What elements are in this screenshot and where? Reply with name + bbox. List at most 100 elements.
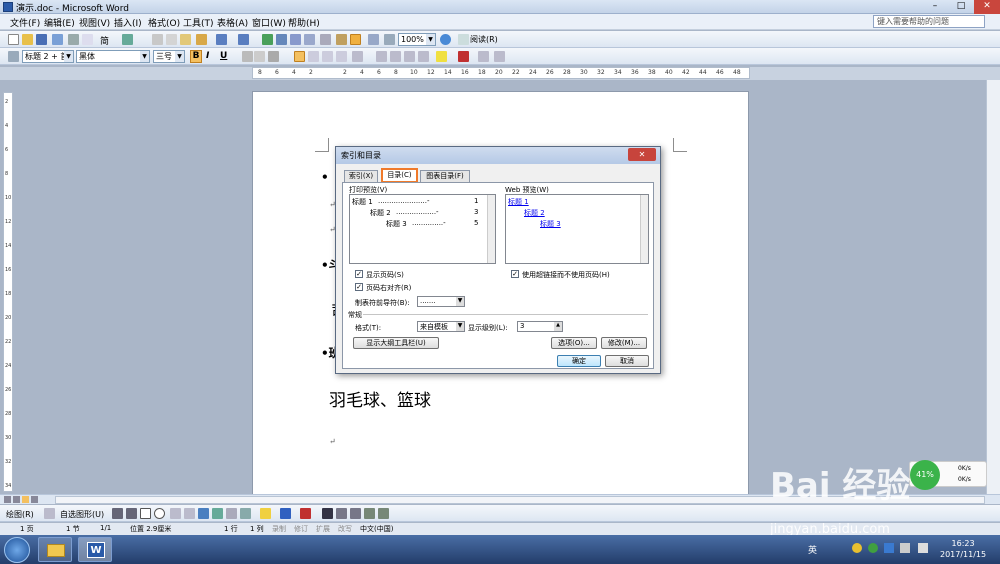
print-icon[interactable] [68, 34, 79, 45]
ok-button[interactable]: 确定 [557, 355, 601, 367]
status-overtype[interactable]: 改写 [338, 524, 352, 534]
explorer-taskbar-item[interactable] [38, 537, 72, 562]
status-track[interactable]: 修订 [294, 524, 308, 534]
select-objects-icon[interactable] [44, 508, 55, 519]
new-icon[interactable] [8, 34, 19, 45]
draw-font-color-icon[interactable] [300, 508, 311, 519]
volume-icon[interactable] [918, 543, 928, 553]
menu-format[interactable]: 格式(O) [148, 16, 180, 29]
print-preview-icon[interactable] [82, 34, 93, 45]
cancel-button[interactable]: 取消 [605, 355, 649, 367]
outline-view-icon[interactable] [31, 496, 38, 503]
shadow-icon[interactable] [364, 508, 375, 519]
open-icon[interactable] [22, 34, 33, 45]
save-icon[interactable] [36, 34, 47, 45]
autoshapes-menu[interactable]: 自选图形(U) [60, 509, 104, 520]
levels-spinner[interactable]: 3 ▲ [517, 321, 563, 332]
arrow-icon[interactable] [126, 508, 137, 519]
ime-indicator[interactable]: 英 [808, 543, 817, 556]
web-view-icon[interactable] [13, 496, 20, 503]
draw-menu[interactable]: 绘图(R) [6, 509, 34, 520]
network-speed-widget[interactable]: 41% 0K/s 0K/s [909, 460, 987, 490]
vertical-scrollbar[interactable] [986, 80, 1000, 494]
show-outline-toolbar-button[interactable]: 显示大纲工具栏(U) [353, 337, 439, 349]
insert-table-icon[interactable] [290, 34, 301, 45]
decrease-indent-icon[interactable] [404, 51, 415, 62]
document-map-icon[interactable] [350, 34, 361, 45]
underline-button[interactable]: U [220, 51, 227, 61]
print-preview-scrollbar[interactable] [487, 195, 495, 263]
picture-icon[interactable] [240, 508, 251, 519]
copy-icon[interactable] [166, 34, 177, 45]
simplified-chinese-button[interactable]: 简 [100, 34, 109, 47]
align-left-icon[interactable] [294, 51, 305, 62]
read-icon[interactable] [458, 34, 469, 45]
zoom-select[interactable]: 100% ▼ [398, 33, 436, 46]
menu-help[interactable]: 帮助(H) [288, 16, 320, 29]
right-align-checkbox[interactable]: ✓ [355, 283, 363, 291]
redo-icon[interactable] [238, 34, 249, 45]
align-right-icon[interactable] [322, 51, 333, 62]
fill-color-icon[interactable] [260, 508, 271, 519]
dialog-close-button[interactable]: ✕ [628, 148, 656, 161]
3d-icon[interactable] [378, 508, 389, 519]
menu-view[interactable]: 视图(V) [79, 16, 110, 29]
use-hyperlinks-checkbox[interactable]: ✓ [511, 270, 519, 278]
highlight-icon[interactable] [436, 51, 447, 62]
show-hide-icon[interactable] [368, 34, 379, 45]
normal-view-icon[interactable] [4, 496, 11, 503]
wp-heading-3[interactable]: 标题 3 [540, 219, 561, 229]
diagram-icon[interactable] [212, 508, 223, 519]
char-scale-icon[interactable] [268, 51, 279, 62]
vertical-textbox-icon[interactable] [184, 508, 195, 519]
char-border-icon[interactable] [242, 51, 253, 62]
undo-icon[interactable] [216, 34, 227, 45]
paragraph-mark-icon[interactable] [384, 34, 395, 45]
columns-icon[interactable] [320, 34, 331, 45]
font-color-icon[interactable] [458, 51, 469, 62]
status-extend[interactable]: 扩展 [316, 524, 330, 534]
increase-indent-icon[interactable] [418, 51, 429, 62]
align-center-icon[interactable] [308, 51, 319, 62]
tables-borders-icon[interactable] [276, 34, 287, 45]
wordart-icon[interactable] [198, 508, 209, 519]
spelling-icon[interactable] [122, 34, 133, 45]
tray-icon-1[interactable] [852, 543, 862, 553]
shield-icon[interactable] [884, 543, 894, 553]
modify-button[interactable]: 修改(M)... [601, 337, 647, 349]
dash-style-icon[interactable] [336, 508, 347, 519]
rectangle-icon[interactable] [140, 508, 151, 519]
numbering-icon[interactable] [376, 51, 387, 62]
wp-heading-2[interactable]: 标题 2 [524, 208, 545, 218]
web-preview-scrollbar[interactable] [640, 195, 648, 263]
read-button[interactable]: 阅读(R) [470, 34, 498, 45]
justify-icon[interactable] [336, 51, 347, 62]
word-taskbar-item[interactable]: W [78, 537, 112, 562]
maximize-button[interactable]: □ [948, 0, 974, 14]
styles-pane-icon[interactable] [8, 51, 19, 62]
options-button[interactable]: 选项(O)... [551, 337, 597, 349]
show-page-numbers-checkbox[interactable]: ✓ [355, 270, 363, 278]
format-painter-icon[interactable] [196, 34, 207, 45]
insert-excel-icon[interactable] [304, 34, 315, 45]
cut-icon[interactable] [152, 34, 163, 45]
line-icon[interactable] [112, 508, 123, 519]
menu-tools[interactable]: 工具(T) [183, 16, 214, 29]
horizontal-ruler[interactable]: 8 6 4 2 2 4 6 8 10 12 14 16 18 20 22 24 … [252, 67, 750, 79]
tray-icon-2[interactable] [868, 543, 878, 553]
status-record[interactable]: 录制 [272, 524, 286, 534]
help-search-input[interactable]: 键入需要帮助的问题 [873, 15, 985, 28]
phonetic-guide-icon[interactable] [478, 51, 489, 62]
menu-file[interactable]: 文件(F) [10, 16, 40, 29]
char-shading-icon[interactable] [254, 51, 265, 62]
help-icon[interactable] [440, 34, 451, 45]
line-style-icon[interactable] [322, 508, 333, 519]
clipart-icon[interactable] [226, 508, 237, 519]
print-view-icon[interactable] [22, 496, 29, 503]
clock[interactable]: 16:23 2017/11/15 [940, 538, 986, 560]
start-button[interactable] [4, 537, 30, 563]
style-select[interactable]: 标题 2 + 首 ▼ [22, 50, 74, 63]
drawing-icon[interactable] [336, 34, 347, 45]
font-select[interactable]: 黑体 ▼ [76, 50, 150, 63]
italic-button[interactable]: I [206, 51, 209, 61]
